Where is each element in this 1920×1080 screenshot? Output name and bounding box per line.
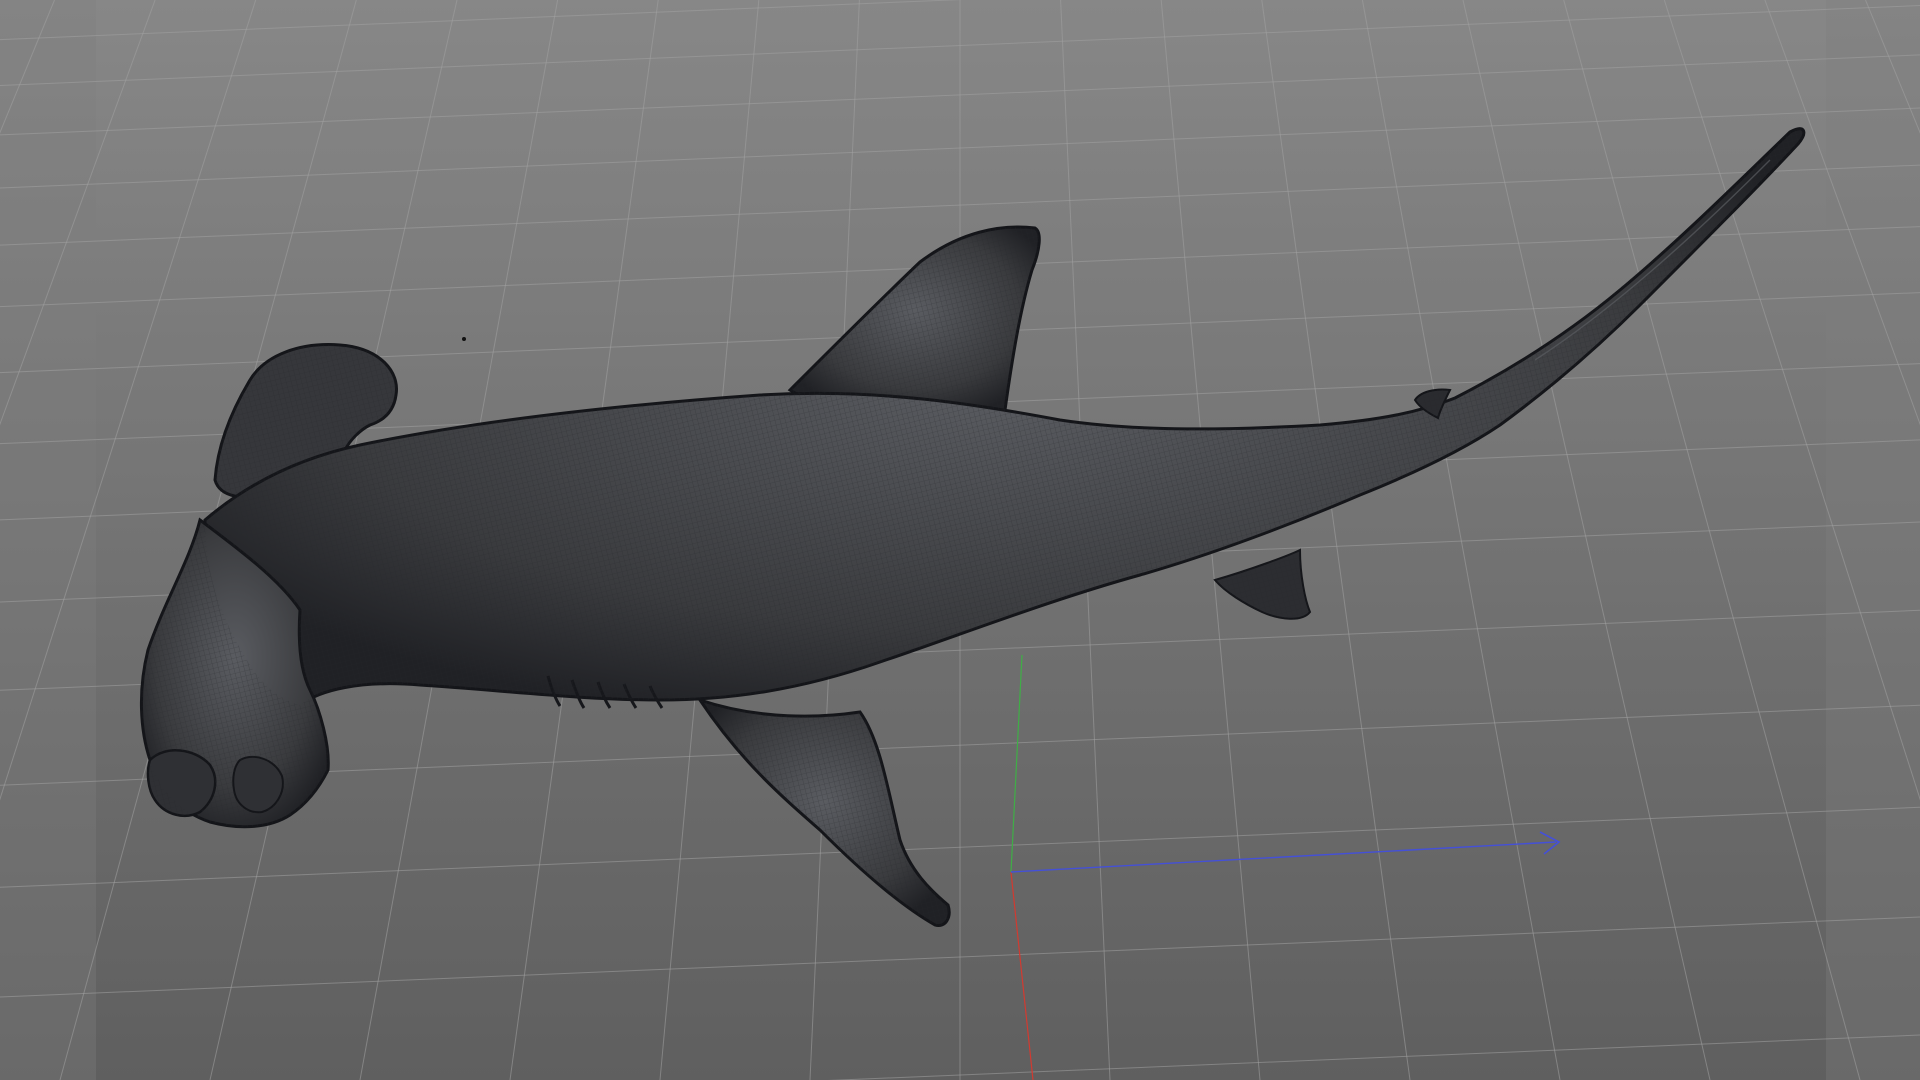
viewport-canvas[interactable]: [0, 0, 1920, 1080]
stray-vertex-dot: [462, 337, 466, 341]
3d-viewport[interactable]: [0, 0, 1920, 1080]
left-side-band: [0, 0, 96, 1080]
